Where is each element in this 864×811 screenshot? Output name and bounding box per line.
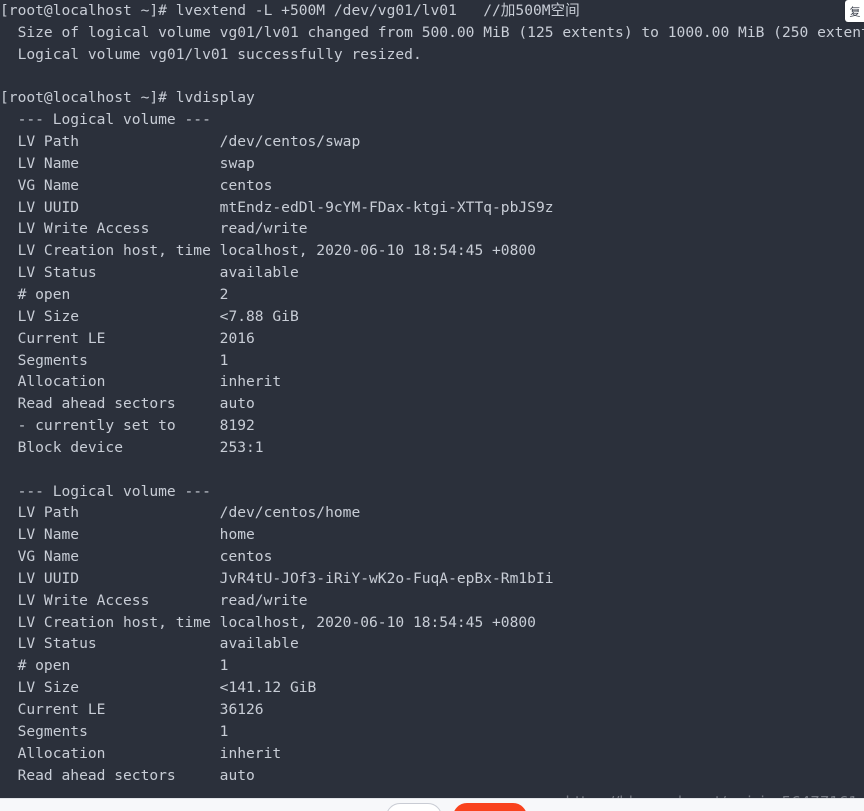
- terminal-line: LV Name home: [0, 526, 255, 544]
- terminal-line: LV Status available: [0, 264, 299, 282]
- terminal-line: --- Logical volume ---: [0, 111, 211, 129]
- terminal-line: - currently set to 8192: [0, 417, 255, 435]
- terminal-line: LV UUID JvR4tU-JOf3-iRiY-wK2o-FuqA-epBx-…: [0, 569, 554, 587]
- primary-action-button[interactable]: [453, 803, 527, 811]
- terminal-line: LV Status available: [0, 635, 299, 653]
- terminal-line: LV Path /dev/centos/swap: [0, 133, 361, 151]
- bottom-action-bar: [0, 798, 864, 811]
- terminal-line: Logical volume vg01/lv01 successfully re…: [0, 45, 422, 63]
- terminal-line: # open 1: [0, 657, 229, 675]
- terminal-line: Size of logical volume vg01/lv01 changed…: [0, 23, 864, 41]
- terminal-line: Allocation inherit: [0, 373, 282, 391]
- terminal-line: [root@localhost ~]# lvextend -L +500M /d…: [0, 2, 580, 19]
- terminal-line: --- Logical volume ---: [0, 482, 211, 500]
- terminal-line: LV UUID mtEndz-edDl-9cYM-FDax-ktgi-XTTq-…: [0, 198, 554, 216]
- terminal-line: Current LE 2016: [0, 329, 255, 347]
- terminal-line: Segments 1: [0, 351, 229, 369]
- terminal-line: VG Name centos: [0, 548, 273, 566]
- terminal-line: Current LE 36126: [0, 701, 264, 718]
- copy-tab-label: 复: [848, 6, 861, 16]
- terminal-line: Allocation inherit: [0, 744, 282, 762]
- terminal-line: LV Name swap: [0, 154, 255, 172]
- terminal-line: # open 2: [0, 285, 229, 303]
- copy-tab-button[interactable]: 复: [845, 0, 864, 22]
- terminal-line: LV Size <7.88 GiB: [0, 307, 299, 325]
- terminal-line: LV Creation host, time localhost, 2020-0…: [0, 242, 536, 260]
- terminal-output[interactable]: [root@localhost ~]# lvextend -L +500M /d…: [0, 0, 864, 798]
- terminal-line: Read ahead sectors auto: [0, 766, 255, 784]
- terminal-line: Block device 253:1: [0, 438, 264, 456]
- terminal-line: LV Path /dev/centos/home: [0, 504, 361, 522]
- terminal-line: Segments 1: [0, 722, 229, 740]
- screen-root: [root@localhost ~]# lvextend -L +500M /d…: [0, 0, 864, 811]
- terminal-line: [root@localhost ~]# lvdisplay: [0, 89, 255, 107]
- terminal-line: LV Creation host, time localhost, 2020-0…: [0, 613, 536, 631]
- secondary-action-button[interactable]: [386, 803, 442, 811]
- terminal-line: LV Write Access read/write: [0, 220, 308, 238]
- terminal-line: LV Size <141.12 GiB: [0, 679, 317, 697]
- terminal-line: VG Name centos: [0, 176, 273, 194]
- terminal-line: LV Write Access read/write: [0, 591, 308, 609]
- terminal-line: Read ahead sectors auto: [0, 395, 255, 413]
